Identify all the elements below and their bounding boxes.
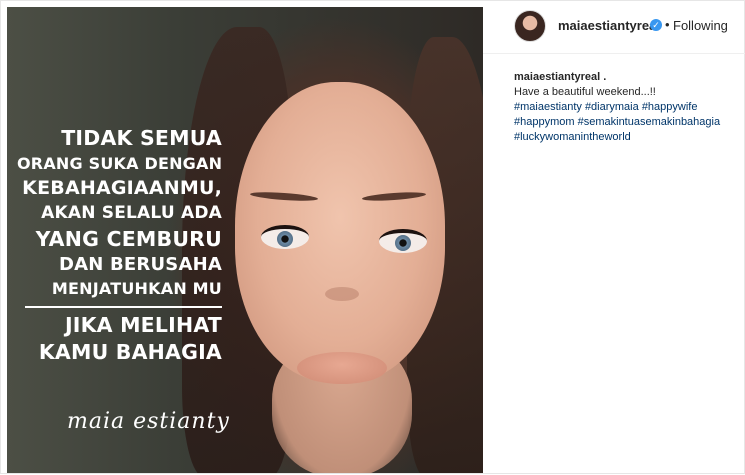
post-header: maiaestiantyreal ✓ • Following <box>483 1 745 54</box>
caption-text: Have a beautiful weekend...!! <box>514 86 656 98</box>
quote-line: TIDAK SEMUA <box>61 126 222 150</box>
header-username[interactable]: maiaestiantyreal <box>558 18 660 33</box>
hashtag-link[interactable]: #maiaestianty <box>514 101 582 113</box>
quote-divider <box>25 306 222 308</box>
iris-right <box>395 235 411 251</box>
signature: maia estianty <box>67 409 230 434</box>
quote-line: KEBAHAGIAANMU, <box>22 177 222 199</box>
quote-line: JIKA MELIHAT <box>64 313 222 337</box>
hashtag-link[interactable]: #diarymaia <box>585 101 639 113</box>
nose <box>325 287 359 301</box>
following-button[interactable]: Following <box>673 18 728 33</box>
eye-right <box>379 229 427 253</box>
caption: maiaestiantyreal . Have a beautiful week… <box>514 70 739 145</box>
post-sidebar: maiaestiantyreal ✓ • Following maiaestia… <box>483 1 745 475</box>
quote-line: AKAN SELALU ADA <box>41 203 222 223</box>
iris-left <box>277 231 293 247</box>
eye-left <box>261 225 309 249</box>
caption-username[interactable]: maiaestiantyreal . <box>514 71 606 83</box>
verified-badge-icon: ✓ <box>650 19 662 31</box>
separator-dot: • <box>665 17 670 32</box>
avatar[interactable] <box>514 10 546 42</box>
quote-line: DAN BERUSAHA <box>59 254 222 275</box>
quote-line: KAMU BAHAGIA <box>38 340 222 364</box>
quote-line: ORANG SUKA DENGAN <box>17 154 223 173</box>
hashtag-link[interactable]: #luckywomanintheworld <box>514 131 631 143</box>
hashtag-link[interactable]: #happymom <box>514 116 575 128</box>
lips <box>297 352 387 384</box>
instagram-post: TIDAK SEMUA ORANG SUKA DENGAN KEBAHAGIAA… <box>0 0 745 474</box>
quote-text: TIDAK SEMUA ORANG SUKA DENGAN KEBAHAGIAA… <box>17 125 222 365</box>
quote-line: MENJATUHKAN MU <box>51 279 222 298</box>
post-photo[interactable]: TIDAK SEMUA ORANG SUKA DENGAN KEBAHAGIAA… <box>7 7 483 473</box>
quote-line: YANG CEMBURU <box>35 227 222 251</box>
hashtag-link[interactable]: #semakintuasemakinbahagia <box>578 116 720 128</box>
hashtag-link[interactable]: #happywife <box>642 101 698 113</box>
